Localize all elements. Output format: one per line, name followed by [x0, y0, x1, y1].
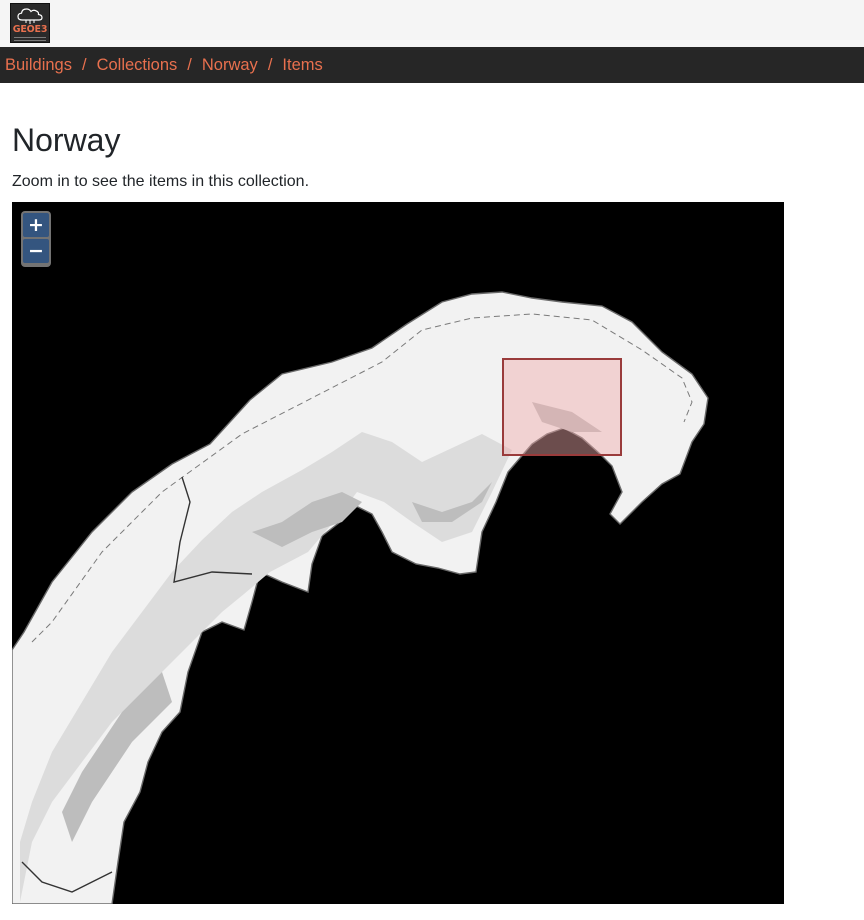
- zoom-in-button[interactable]: +: [23, 213, 49, 237]
- zoom-control: + −: [21, 211, 51, 267]
- breadcrumb-buildings[interactable]: Buildings: [5, 56, 72, 75]
- zoom-out-button[interactable]: −: [23, 239, 49, 263]
- site-logo[interactable]: GEOE3: [10, 3, 50, 43]
- logo-text: GEOE3: [12, 24, 48, 35]
- page-title: Norway: [12, 122, 121, 158]
- breadcrumb-items[interactable]: Items: [282, 56, 322, 75]
- breadcrumb-separator: /: [81, 55, 87, 74]
- breadcrumb: Buildings / Collections / Norway / Items: [0, 47, 864, 83]
- collection-extent-box[interactable]: [502, 358, 622, 456]
- cloud-icon: [17, 8, 43, 24]
- map-viewer[interactable]: + −: [12, 202, 784, 904]
- breadcrumb-collections[interactable]: Collections: [97, 56, 178, 75]
- top-navbar: GEOE3: [0, 0, 864, 47]
- main-content: Norway Zoom in to see the items in this …: [0, 121, 864, 904]
- map-canvas[interactable]: [12, 202, 784, 904]
- breadcrumb-separator: /: [187, 55, 192, 74]
- breadcrumb-norway[interactable]: Norway: [202, 56, 258, 75]
- breadcrumb-separator: /: [267, 55, 273, 74]
- logo-underline: [14, 37, 46, 41]
- page-description: Zoom in to see the items in this collect…: [12, 173, 310, 190]
